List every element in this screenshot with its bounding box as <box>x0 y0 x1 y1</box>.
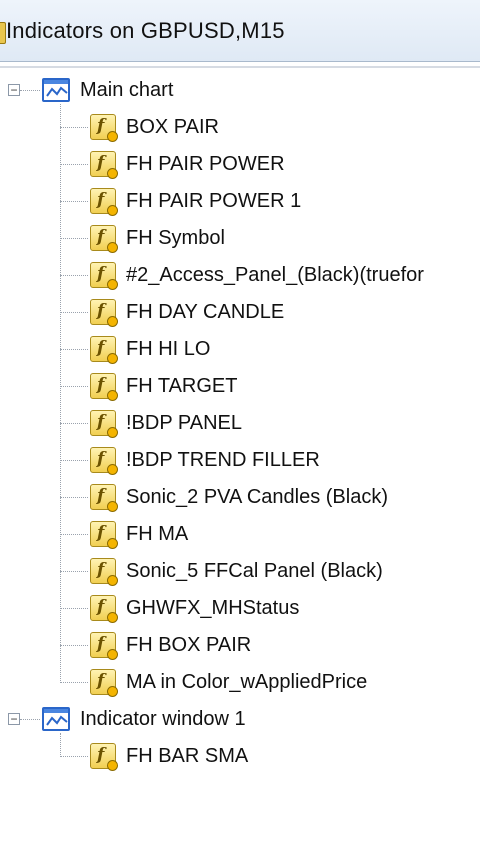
custom-indicator-icon: f <box>90 336 118 364</box>
indicator-label: Sonic_2 PVA Candles (Black) <box>126 486 388 508</box>
custom-indicator-icon: f <box>90 151 118 179</box>
divider <box>0 66 480 68</box>
custom-indicator-icon: f <box>90 114 118 142</box>
indicator-label: Sonic_5 FFCal Panel (Black) <box>126 560 383 582</box>
indicator-item[interactable]: f BOX PAIR <box>90 111 219 143</box>
tree-group-label: Main chart <box>80 79 174 101</box>
tree-connector <box>60 164 88 165</box>
indicator-item[interactable]: f FH BOX PAIR <box>90 629 251 661</box>
title-bar: Indicators on GBPUSD,M15 <box>0 0 480 62</box>
indicator-label: FH TARGET <box>126 375 238 397</box>
custom-indicator-icon: f <box>90 188 118 216</box>
custom-indicator-icon: f <box>90 595 118 623</box>
indicator-item[interactable]: f Sonic_2 PVA Candles (Black) <box>90 481 388 513</box>
tree-connector <box>60 238 88 239</box>
tree-connector <box>60 275 88 276</box>
indicator-item[interactable]: f FH MA <box>90 518 188 550</box>
custom-indicator-icon: f <box>90 521 118 549</box>
collapse-icon[interactable]: − <box>8 713 20 725</box>
tree-connector <box>60 534 88 535</box>
indicator-item[interactable]: f FH DAY CANDLE <box>90 296 284 328</box>
tree-connector <box>60 201 88 202</box>
collapse-icon[interactable]: − <box>8 84 20 96</box>
indicator-label: FH MA <box>126 523 189 545</box>
tree-connector <box>60 682 88 683</box>
indicator-item[interactable]: f #2_Access_Panel_(Black)(truefor <box>90 259 424 291</box>
custom-indicator-icon: f <box>90 225 118 253</box>
custom-indicator-icon: f <box>90 558 118 586</box>
chart-window-icon <box>42 707 70 731</box>
tree-connector <box>20 90 40 91</box>
indicator-item[interactable]: f FH PAIR POWER 1 <box>90 185 301 217</box>
indicator-label: BOX PAIR <box>126 116 219 138</box>
tree-group-node[interactable]: Indicator window 1 <box>42 703 246 735</box>
custom-indicator-icon: f <box>90 299 118 327</box>
tree-connector <box>60 608 88 609</box>
window-title: Indicators on GBPUSD,M15 <box>6 18 285 43</box>
custom-indicator-icon: f <box>90 373 118 401</box>
indicator-item[interactable]: f FH HI LO <box>90 333 210 365</box>
custom-indicator-icon: f <box>90 484 118 512</box>
custom-indicator-icon: f <box>90 632 118 660</box>
indicator-label: FH HI LO <box>126 338 211 360</box>
tree-group-label: Indicator window 1 <box>80 708 246 730</box>
tree-connector <box>60 733 61 755</box>
custom-indicator-icon: f <box>90 262 118 290</box>
indicator-label: FH DAY CANDLE <box>126 301 285 323</box>
indicator-item[interactable]: f FH BAR SMA <box>90 740 248 772</box>
indicator-item[interactable]: f GHWFX_MHStatus <box>90 592 299 624</box>
tree-connector <box>60 497 88 498</box>
indicator-label: GHWFX_MHStatus <box>126 597 300 619</box>
indicator-item[interactable]: f FH PAIR POWER <box>90 148 285 180</box>
indicator-item[interactable]: f FH TARGET <box>90 370 237 402</box>
chart-window-icon <box>42 78 70 102</box>
tree-connector <box>60 127 88 128</box>
indicator-item[interactable]: f Sonic_5 FFCal Panel (Black) <box>90 555 383 587</box>
tree-connector <box>60 423 88 424</box>
indicator-label: FH PAIR POWER <box>126 153 285 175</box>
indicator-label: !BDP TREND FILLER <box>126 449 320 471</box>
indicator-label: #2_Access_Panel_(Black)(truefor <box>126 264 424 286</box>
tree-connector <box>60 104 61 681</box>
tree-group-node[interactable]: Main chart <box>42 74 173 106</box>
tree-connector <box>60 312 88 313</box>
tree-connector <box>60 460 88 461</box>
indicator-label: MA in Color_wAppliedPrice <box>126 671 368 693</box>
indicator-label: !BDP PANEL <box>126 412 242 434</box>
indicator-item[interactable]: f !BDP PANEL <box>90 407 242 439</box>
indicator-label: FH BAR SMA <box>126 745 249 767</box>
custom-indicator-icon: f <box>90 743 118 771</box>
indicator-item[interactable]: f MA in Color_wAppliedPrice <box>90 666 367 698</box>
custom-indicator-icon: f <box>90 669 118 697</box>
tree-connector <box>60 349 88 350</box>
tree-connector <box>60 645 88 646</box>
tree-connector <box>60 571 88 572</box>
custom-indicator-icon: f <box>90 447 118 475</box>
indicator-label: FH BOX PAIR <box>126 634 252 656</box>
tree-connector <box>60 386 88 387</box>
tree-connector <box>20 719 40 720</box>
tree-connector <box>60 756 88 757</box>
indicator-label: FH PAIR POWER 1 <box>126 190 302 212</box>
indicator-label: FH Symbol <box>126 227 225 249</box>
custom-indicator-icon: f <box>90 410 118 438</box>
indicator-item[interactable]: f FH Symbol <box>90 222 225 254</box>
indicator-item[interactable]: f !BDP TREND FILLER <box>90 444 320 476</box>
